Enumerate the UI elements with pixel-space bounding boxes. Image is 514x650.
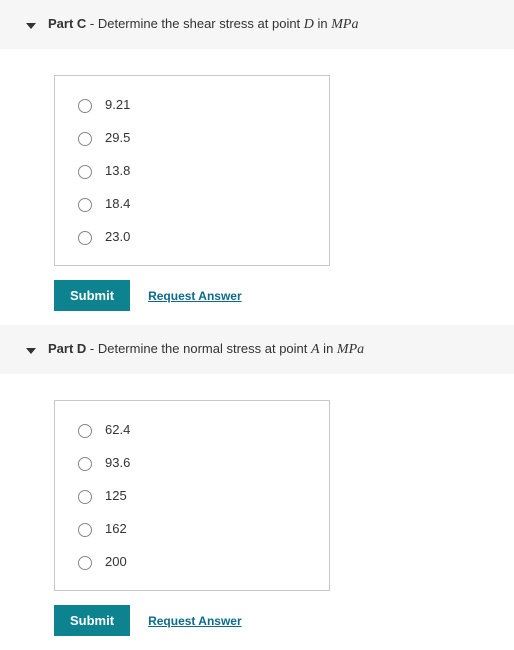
caret-down-icon[interactable] bbox=[26, 348, 36, 354]
part-d-body: 62.4 93.6 125 162 200 Submit Request Ans… bbox=[0, 374, 514, 650]
part-c-prompt-prefix: - Determine the shear stress at point bbox=[86, 16, 303, 31]
option-label: 23.0 bbox=[105, 229, 130, 244]
radio-input[interactable] bbox=[78, 523, 92, 537]
part-c-prompt-suffix: in bbox=[314, 16, 331, 31]
part-d-option-0[interactable]: 62.4 bbox=[73, 415, 311, 448]
part-c-option-2[interactable]: 13.8 bbox=[73, 156, 311, 189]
request-answer-link[interactable]: Request Answer bbox=[148, 289, 242, 303]
request-answer-link[interactable]: Request Answer bbox=[148, 614, 242, 628]
part-c-options: 9.21 29.5 13.8 18.4 23.0 bbox=[54, 75, 330, 266]
radio-input[interactable] bbox=[78, 165, 92, 179]
submit-button[interactable]: Submit bbox=[54, 605, 130, 636]
part-c-title: Part C - Determine the shear stress at p… bbox=[48, 16, 358, 33]
part-c-label: Part C bbox=[48, 16, 86, 31]
radio-input[interactable] bbox=[78, 457, 92, 471]
radio-input[interactable] bbox=[78, 132, 92, 146]
part-d-title: Part D - Determine the normal stress at … bbox=[48, 341, 364, 358]
option-label: 13.8 bbox=[105, 163, 130, 178]
option-label: 200 bbox=[105, 554, 127, 569]
part-d-option-4[interactable]: 200 bbox=[73, 547, 311, 580]
part-d-variable: A bbox=[311, 342, 320, 357]
part-c-unit: MPa bbox=[331, 17, 358, 32]
radio-input[interactable] bbox=[78, 99, 92, 113]
option-label: 62.4 bbox=[105, 422, 130, 437]
radio-input[interactable] bbox=[78, 556, 92, 570]
part-d-actions: Submit Request Answer bbox=[54, 605, 514, 636]
part-d-option-3[interactable]: 162 bbox=[73, 514, 311, 547]
part-d-prompt-prefix: - Determine the normal stress at point bbox=[86, 341, 311, 356]
part-d-header: Part D - Determine the normal stress at … bbox=[0, 325, 514, 374]
part-c-option-3[interactable]: 18.4 bbox=[73, 189, 311, 222]
part-c-option-0[interactable]: 9.21 bbox=[73, 90, 311, 123]
part-d-options: 62.4 93.6 125 162 200 bbox=[54, 400, 330, 591]
part-d-block: Part D - Determine the normal stress at … bbox=[0, 325, 514, 650]
part-c-body: 9.21 29.5 13.8 18.4 23.0 Submit Request … bbox=[0, 49, 514, 325]
part-d-unit: MPa bbox=[337, 342, 364, 357]
part-c-header: Part C - Determine the shear stress at p… bbox=[0, 0, 514, 49]
part-c-option-1[interactable]: 29.5 bbox=[73, 123, 311, 156]
option-label: 18.4 bbox=[105, 196, 130, 211]
option-label: 29.5 bbox=[105, 130, 130, 145]
radio-input[interactable] bbox=[78, 231, 92, 245]
part-c-option-4[interactable]: 23.0 bbox=[73, 222, 311, 255]
part-d-option-1[interactable]: 93.6 bbox=[73, 448, 311, 481]
radio-input[interactable] bbox=[78, 424, 92, 438]
radio-input[interactable] bbox=[78, 490, 92, 504]
radio-input[interactable] bbox=[78, 198, 92, 212]
part-d-label: Part D bbox=[48, 341, 86, 356]
part-c-variable: D bbox=[304, 17, 314, 32]
option-label: 125 bbox=[105, 488, 127, 503]
option-label: 9.21 bbox=[105, 97, 130, 112]
option-label: 93.6 bbox=[105, 455, 130, 470]
part-d-option-2[interactable]: 125 bbox=[73, 481, 311, 514]
option-label: 162 bbox=[105, 521, 127, 536]
part-c-actions: Submit Request Answer bbox=[54, 280, 514, 311]
part-d-prompt-suffix: in bbox=[320, 341, 337, 356]
submit-button[interactable]: Submit bbox=[54, 280, 130, 311]
caret-down-icon[interactable] bbox=[26, 23, 36, 29]
part-c-block: Part C - Determine the shear stress at p… bbox=[0, 0, 514, 325]
